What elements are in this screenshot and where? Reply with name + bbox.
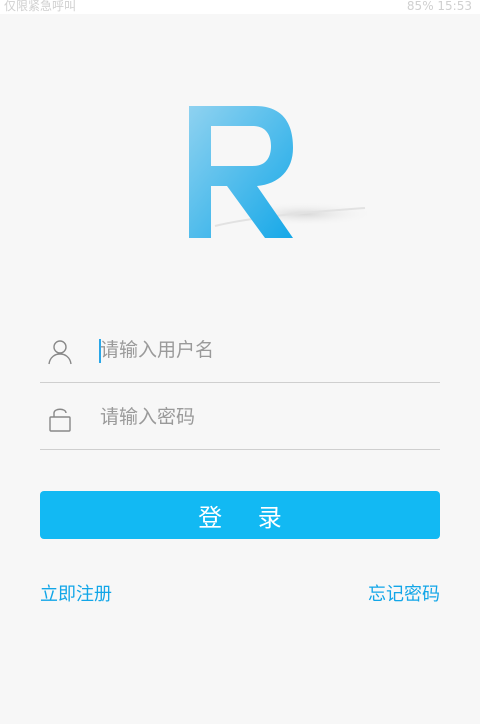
- password-input[interactable]: [100, 397, 430, 437]
- login-button[interactable]: 登 录: [40, 491, 440, 539]
- status-carrier-text: 仅限紧急呼叫: [4, 0, 77, 13]
- lock-icon: [49, 408, 71, 432]
- username-input[interactable]: [100, 330, 430, 370]
- status-right-text: 85% 15:53: [406, 0, 472, 13]
- user-icon: [48, 340, 72, 365]
- forgot-password-link[interactable]: 忘记密码: [368, 580, 440, 606]
- username-field: [40, 322, 440, 383]
- status-bar: 仅限紧急呼叫 85% 15:53: [0, 0, 480, 14]
- register-link[interactable]: 立即注册: [40, 580, 112, 606]
- app-logo: [189, 106, 375, 238]
- password-field: [40, 389, 440, 450]
